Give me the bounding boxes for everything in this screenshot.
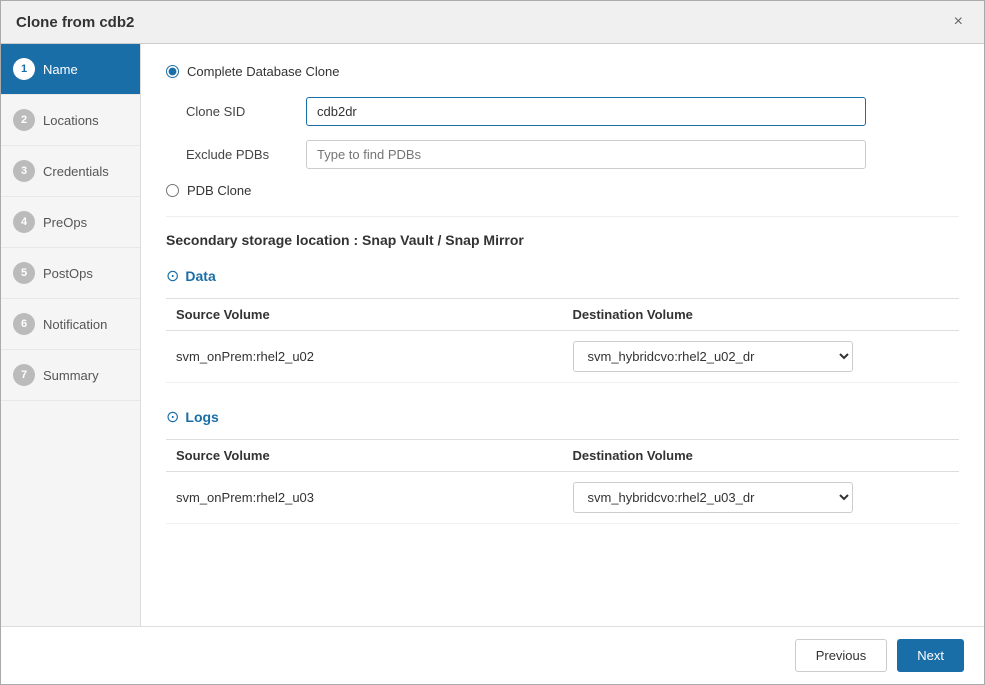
secondary-storage-title: Secondary storage location : Snap Vault …	[166, 216, 959, 248]
sidebar-item-credentials[interactable]: 3 Credentials	[1, 146, 140, 197]
sidebar-label-summary: Summary	[43, 368, 99, 383]
data-dest-select[interactable]: svm_hybridcvo:rhel2_u02_dr	[573, 341, 853, 372]
step-num-1: 1	[13, 58, 35, 80]
step-num-2: 2	[13, 109, 35, 131]
exclude-pdbs-input[interactable]	[306, 140, 866, 169]
dialog-body: 1 Name 2 Locations 3 Credentials 4 PreOp…	[1, 44, 984, 626]
sidebar-label-postops: PostOps	[43, 266, 93, 281]
next-button[interactable]: Next	[897, 639, 964, 672]
clone-dialog: Clone from cdb2 × 1 Name 2 Locations 3 C…	[0, 0, 985, 685]
data-collapse-icon: ⊙	[166, 266, 179, 286]
sidebar-item-name[interactable]: 1 Name	[1, 44, 140, 95]
logs-section-title: Logs	[185, 409, 218, 425]
complete-db-clone-row: Complete Database Clone	[166, 64, 959, 79]
dialog-title: Clone from cdb2	[16, 14, 134, 31]
data-section-title: Data	[185, 268, 215, 284]
sidebar-label-locations: Locations	[43, 113, 99, 128]
exclude-pdbs-label: Exclude PDBs	[186, 147, 306, 162]
data-table: Source Volume Destination Volume svm_onP…	[166, 298, 959, 383]
logs-dest-header: Destination Volume	[563, 440, 960, 472]
sidebar-item-locations[interactable]: 2 Locations	[1, 95, 140, 146]
data-source-header: Source Volume	[166, 299, 563, 331]
close-button[interactable]: ×	[948, 11, 969, 33]
dialog-header: Clone from cdb2 ×	[1, 1, 984, 44]
pdb-clone-row: PDB Clone	[166, 183, 959, 198]
logs-source-value: svm_onPrem:rhel2_u03	[166, 472, 563, 524]
logs-dest-cell: svm_hybridcvo:rhel2_u03_dr	[563, 472, 960, 524]
previous-button[interactable]: Previous	[795, 639, 888, 672]
sidebar-label-credentials: Credentials	[43, 164, 109, 179]
logs-table: Source Volume Destination Volume svm_onP…	[166, 439, 959, 524]
dialog-footer: Previous Next	[1, 626, 984, 684]
clone-sid-row: Clone SID	[166, 97, 959, 126]
data-dest-header: Destination Volume	[563, 299, 960, 331]
sidebar-item-summary[interactable]: 7 Summary	[1, 350, 140, 401]
logs-dest-select[interactable]: svm_hybridcvo:rhel2_u03_dr	[573, 482, 853, 513]
table-row: svm_onPrem:rhel2_u02 svm_hybridcvo:rhel2…	[166, 331, 959, 383]
complete-db-clone-label: Complete Database Clone	[187, 64, 339, 79]
data-section-header[interactable]: ⊙ Data	[166, 266, 959, 286]
logs-section-header[interactable]: ⊙ Logs	[166, 407, 959, 427]
pdb-clone-radio[interactable]	[166, 184, 179, 197]
step-num-4: 4	[13, 211, 35, 233]
step-num-3: 3	[13, 160, 35, 182]
complete-db-clone-radio[interactable]	[166, 65, 179, 78]
sidebar-item-preops[interactable]: 4 PreOps	[1, 197, 140, 248]
step-num-6: 6	[13, 313, 35, 335]
sidebar-label-notification: Notification	[43, 317, 107, 332]
sidebar-label-name: Name	[43, 62, 78, 77]
logs-source-header: Source Volume	[166, 440, 563, 472]
sidebar-item-postops[interactable]: 5 PostOps	[1, 248, 140, 299]
main-content: Complete Database Clone Clone SID Exclud…	[141, 44, 984, 626]
sidebar-label-preops: PreOps	[43, 215, 87, 230]
table-row: svm_onPrem:rhel2_u03 svm_hybridcvo:rhel2…	[166, 472, 959, 524]
pdb-clone-label: PDB Clone	[187, 183, 251, 198]
sidebar-item-notification[interactable]: 6 Notification	[1, 299, 140, 350]
data-dest-cell: svm_hybridcvo:rhel2_u02_dr	[563, 331, 960, 383]
logs-collapse-icon: ⊙	[166, 407, 179, 427]
clone-sid-label: Clone SID	[186, 104, 306, 119]
exclude-pdbs-row: Exclude PDBs	[166, 140, 959, 169]
data-source-value: svm_onPrem:rhel2_u02	[166, 331, 563, 383]
clone-sid-input[interactable]	[306, 97, 866, 126]
sidebar: 1 Name 2 Locations 3 Credentials 4 PreOp…	[1, 44, 141, 626]
step-num-7: 7	[13, 364, 35, 386]
step-num-5: 5	[13, 262, 35, 284]
